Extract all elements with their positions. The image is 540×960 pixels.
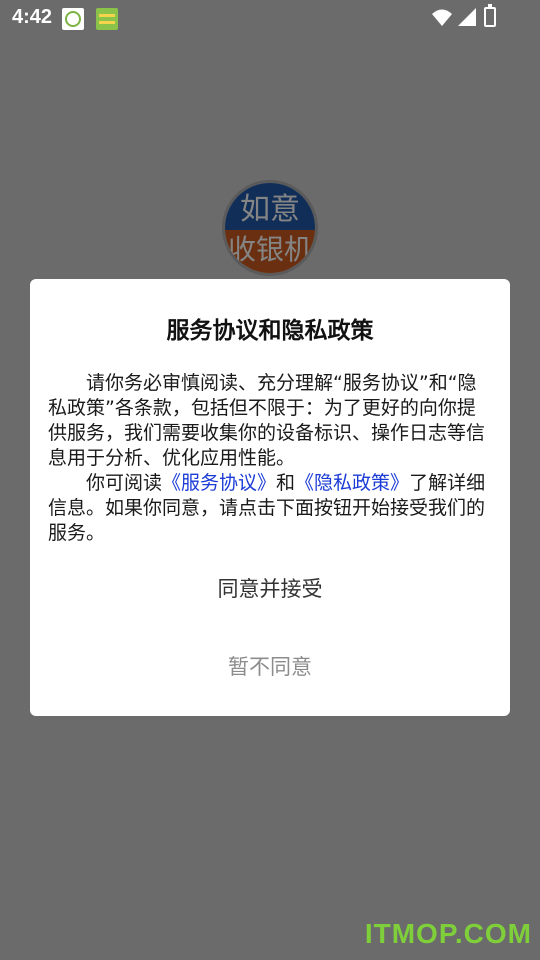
status-bar: 4:42: [0, 0, 540, 36]
dialog-paragraph-2: 你可阅读《服务协议》和《隐私政策》了解详细信息。如果你同意，请点击下面按钮开始接…: [48, 471, 492, 546]
cellular-signal-icon: [458, 8, 476, 26]
privacy-policy-link[interactable]: 《隐私政策》: [295, 472, 409, 494]
dialog-title: 服务协议和隐私政策: [166, 318, 374, 344]
green-app-icon: [96, 8, 118, 30]
wifi-icon: [432, 9, 452, 26]
para2-prefix: 你可阅读: [86, 472, 163, 494]
para2-and: 和: [276, 472, 296, 494]
service-agreement-link[interactable]: 《服务协议》: [162, 472, 276, 494]
agree-button[interactable]: 同意并接受: [30, 573, 510, 603]
privacy-dialog: 服务协议和隐私政策 请你务必审慎阅读、充分理解“服务协议”和“隐私政策”各条款，…: [30, 279, 510, 716]
decline-button[interactable]: 暂不同意: [30, 651, 510, 681]
watermark: ITMOP.COM: [364, 918, 532, 949]
dialog-body: 请你务必审慎阅读、充分理解“服务协议”和“隐私政策”各条款，包括但不限于：为了更…: [48, 371, 492, 546]
battery-charging-icon: [484, 4, 496, 27]
dialog-paragraph-1: 请你务必审慎阅读、充分理解“服务协议”和“隐私政策”各条款，包括但不限于：为了更…: [48, 372, 486, 469]
yk-app-icon: [62, 8, 84, 30]
app-logo: 如意 收银机: [222, 180, 318, 276]
status-time: 4:42: [12, 6, 53, 28]
